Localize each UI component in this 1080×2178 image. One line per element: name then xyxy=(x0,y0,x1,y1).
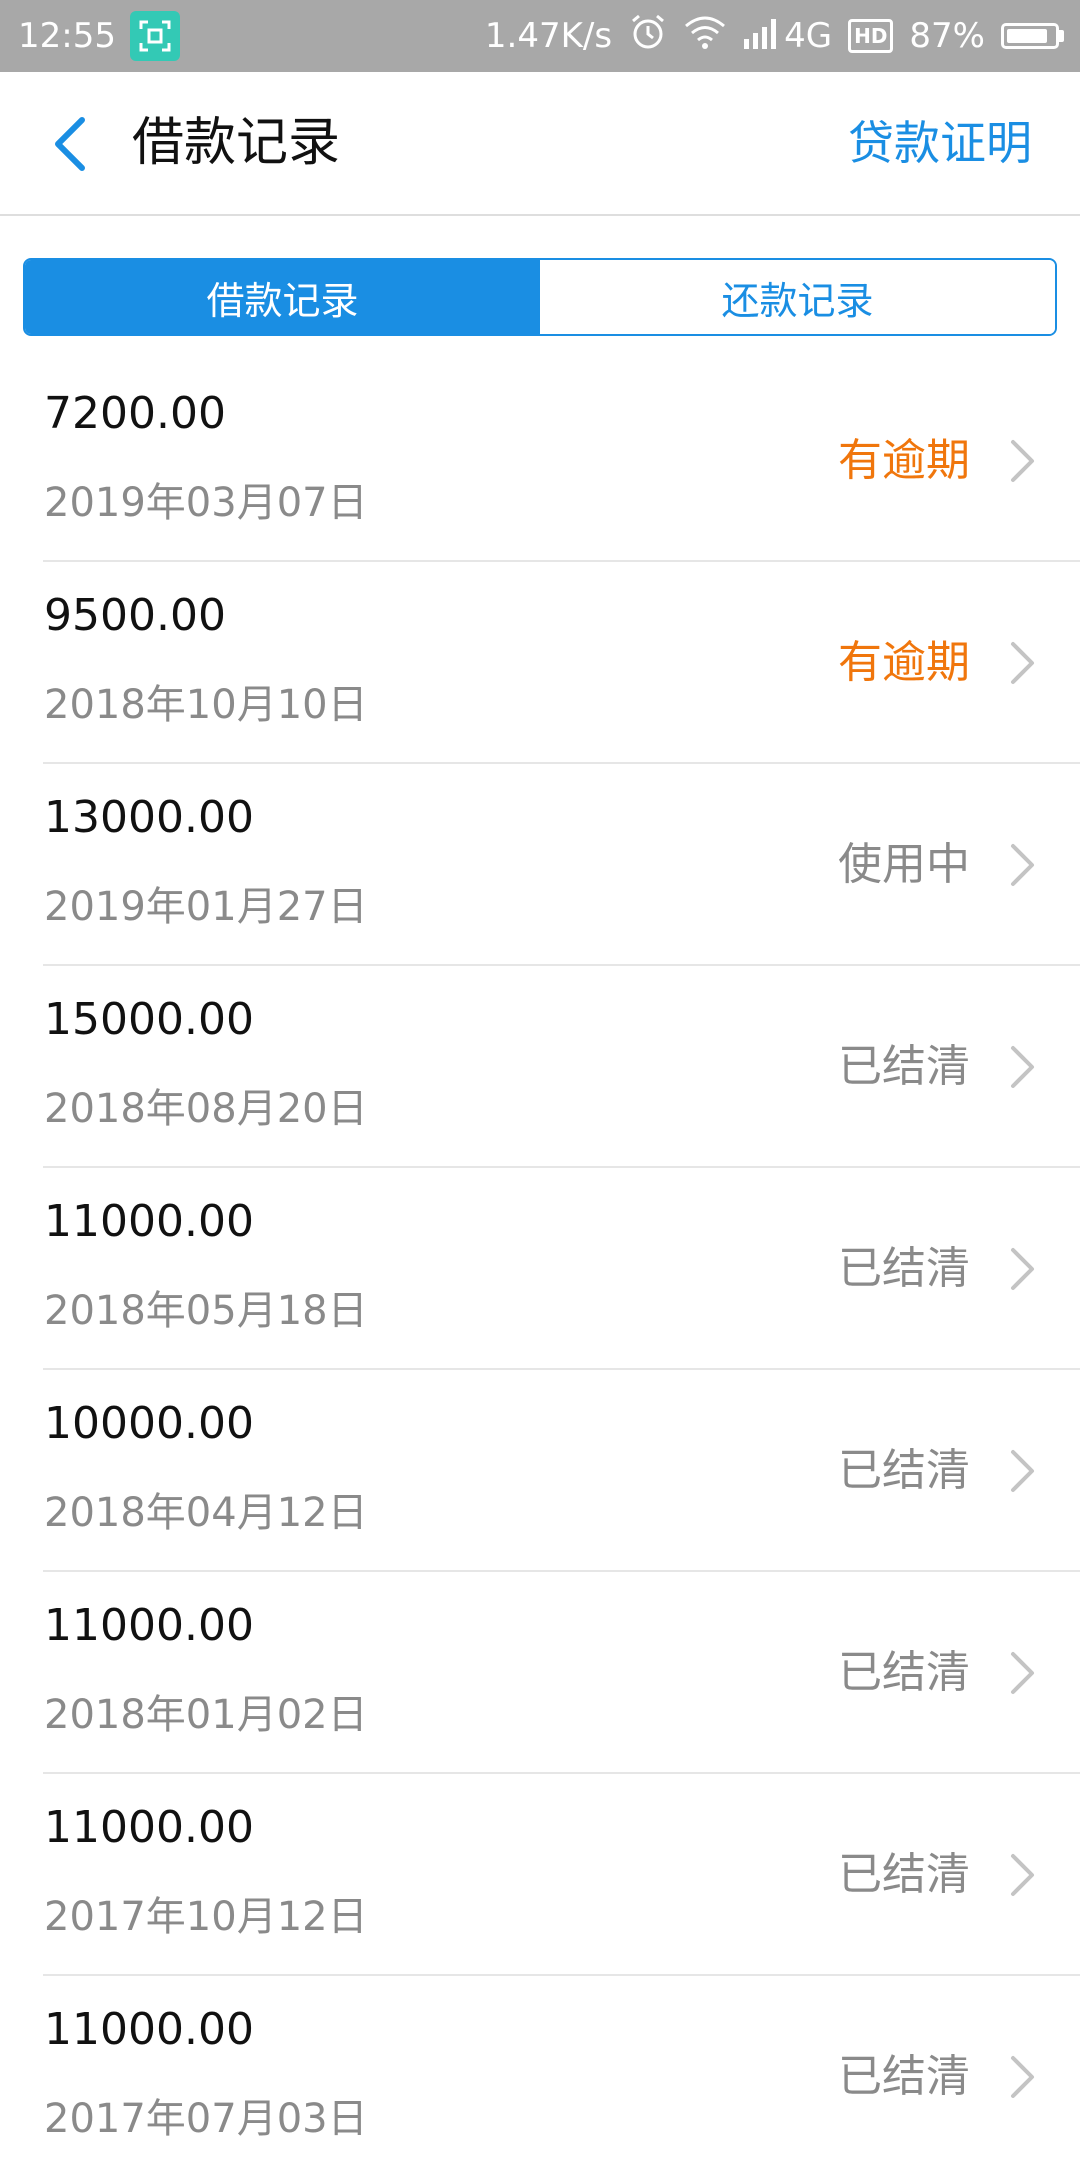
loan-date: 2018年08月20日 xyxy=(44,1086,368,1132)
loan-record-row[interactable]: 11000.00 2018年01月02日 已结清 xyxy=(0,1572,1080,1774)
loan-amount: 9500.00 xyxy=(44,590,226,641)
loan-record-row[interactable]: 9500.00 2018年10月10日 有逾期 xyxy=(0,562,1080,764)
tab-repayment-records[interactable]: 还款记录 xyxy=(540,260,1055,334)
screenshot-app-icon xyxy=(129,11,180,61)
loan-date: 2018年01月02日 xyxy=(44,1692,368,1738)
loan-certificate-button[interactable]: 贷款证明 xyxy=(848,72,1032,214)
battery-fill xyxy=(1007,29,1048,43)
loan-amount: 11000.00 xyxy=(44,1196,254,1247)
chevron-right-icon xyxy=(1011,2056,1034,2098)
loan-status-label: 已结清 xyxy=(838,1243,970,1294)
battery-tip xyxy=(1059,30,1064,42)
chevron-right-icon xyxy=(1011,844,1034,886)
battery-percent: 87% xyxy=(909,16,985,56)
loan-status-label: 使用中 xyxy=(838,839,970,890)
network-speed: 1.47K/s xyxy=(484,16,613,56)
status-time: 12:55 xyxy=(18,16,116,56)
loan-record-row[interactable]: 11000.00 2017年10月12日 已结清 xyxy=(0,1774,1080,1976)
signal-icon xyxy=(742,15,782,58)
loan-date: 2018年04月12日 xyxy=(44,1490,368,1536)
chevron-right-icon xyxy=(1011,440,1034,482)
network-type: 4G xyxy=(784,16,833,56)
loan-status-label: 已结清 xyxy=(838,1041,970,1092)
records-tab-switcher: 借款记录 还款记录 xyxy=(23,258,1057,336)
loan-amount: 11000.00 xyxy=(44,2004,254,2055)
loan-status-label: 有逾期 xyxy=(838,637,970,688)
loan-amount: 13000.00 xyxy=(44,792,254,843)
loan-date: 2019年03月07日 xyxy=(44,480,368,526)
loan-amount: 7200.00 xyxy=(44,388,226,439)
loan-amount: 15000.00 xyxy=(44,994,254,1045)
loan-date: 2019年01月27日 xyxy=(44,884,368,930)
loan-date: 2017年10月12日 xyxy=(44,1894,368,1940)
loan-date: 2018年05月18日 xyxy=(44,1288,368,1334)
hd-icon: HD xyxy=(848,19,894,53)
loan-amount: 11000.00 xyxy=(44,1600,254,1651)
chevron-right-icon xyxy=(1011,1450,1034,1492)
wifi-icon xyxy=(684,14,726,59)
loan-record-row[interactable]: 11000.00 2017年07月03日 已结清 xyxy=(0,1976,1080,2178)
loan-status-label: 已结清 xyxy=(838,1647,970,1698)
chevron-right-icon xyxy=(1011,642,1034,684)
status-left: 12:55 xyxy=(18,11,180,61)
loan-record-row[interactable]: 7200.00 2019年03月07日 有逾期 xyxy=(0,360,1080,562)
loan-date: 2018年10月10日 xyxy=(44,682,368,728)
chevron-left-icon xyxy=(55,117,85,171)
status-right: 1.47K/s 4G HD 87% xyxy=(485,12,1064,61)
loan-status-label: 已结清 xyxy=(838,1445,970,1496)
page-title: 借款记录 xyxy=(132,113,341,173)
alarm-icon xyxy=(628,12,668,61)
tab-borrow-records[interactable]: 借款记录 xyxy=(25,260,540,334)
battery-icon xyxy=(1001,23,1064,49)
back-button[interactable] xyxy=(40,108,100,180)
loan-records-list: 7200.00 2019年03月07日 有逾期 9500.00 2018年10月10日有… xyxy=(0,360,1080,2178)
chevron-right-icon xyxy=(1011,1652,1034,1694)
loan-amount: 10000.00 xyxy=(44,1398,254,1449)
loan-status-label: 已结清 xyxy=(838,1849,970,1900)
loan-record-row[interactable]: 15000.00 2018年08月20日 已结清 xyxy=(0,966,1080,1168)
nav-header: 借款记录 贷款证明 xyxy=(0,72,1080,216)
loan-amount: 11000.00 xyxy=(44,1802,254,1853)
battery-body xyxy=(1001,23,1059,49)
loan-record-row[interactable]: 13000.00 2019年01月27日 使用中 xyxy=(0,764,1080,966)
status-bar: 12:55 1.47K/s 4G HD 87% xyxy=(0,0,1080,72)
loan-status-label: 有逾期 xyxy=(838,435,970,486)
chevron-right-icon xyxy=(1011,1248,1034,1290)
loan-record-row[interactable]: 11000.00 2018年05月18日 已结清 xyxy=(0,1168,1080,1370)
loan-date: 2017年07月03日 xyxy=(44,2096,368,2142)
loan-status-label: 已结清 xyxy=(838,2051,970,2102)
loan-record-row[interactable]: 10000.00 2018年04月12日 已结清 xyxy=(0,1370,1080,1572)
chevron-right-icon xyxy=(1011,1854,1034,1896)
chevron-right-icon xyxy=(1011,1046,1034,1088)
